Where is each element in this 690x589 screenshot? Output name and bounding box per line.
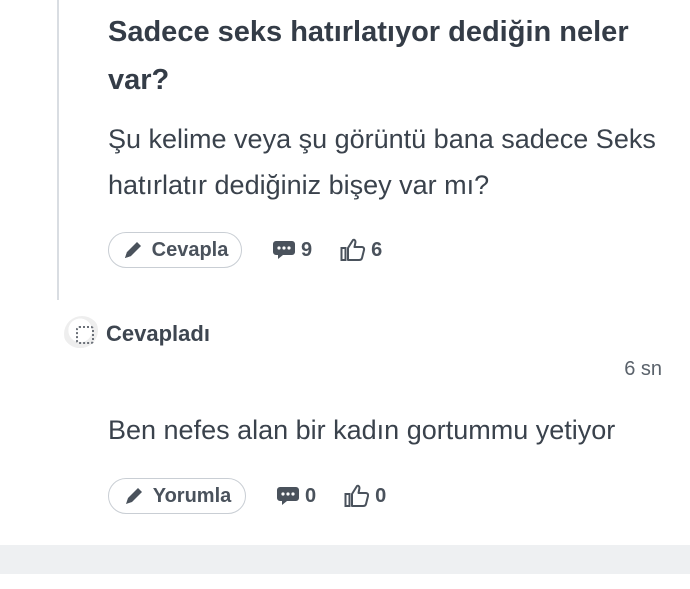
pencil-icon bbox=[122, 239, 144, 261]
reply-button-label: Cevapla bbox=[151, 238, 229, 261]
answer-header: Cevapladı bbox=[64, 316, 210, 352]
comment-button[interactable]: Yorumla bbox=[108, 478, 246, 514]
thumbs-up-icon bbox=[344, 484, 370, 508]
question-comment-count[interactable]: 9 bbox=[272, 239, 312, 262]
answer-like-count[interactable]: 0 bbox=[344, 484, 386, 508]
answer-comment-count-value: 0 bbox=[305, 484, 317, 507]
answer-comment-count[interactable]: 0 bbox=[276, 485, 316, 508]
comment-button-label: Yorumla bbox=[152, 484, 232, 507]
answer-like-count-value: 0 bbox=[375, 484, 387, 507]
question-body: Şu kelime veya şu görüntü bana sadece Se… bbox=[108, 124, 656, 200]
answer-body: Ben nefes alan bir kadın gortummu yetiyo… bbox=[108, 415, 616, 445]
answer-timestamp: 6 sn bbox=[624, 358, 662, 380]
thumbs-up-icon bbox=[340, 238, 366, 262]
comment-bubble-icon bbox=[272, 239, 296, 261]
question-like-count[interactable]: 6 bbox=[340, 238, 382, 262]
question-title: Sadece seks hatırlatıyor dediğin neler v… bbox=[108, 16, 629, 96]
section-divider bbox=[0, 545, 690, 574]
comment-bubble-icon bbox=[276, 485, 300, 507]
reply-button[interactable]: Cevapla bbox=[108, 232, 242, 268]
answer-author-label: Cevapladı bbox=[106, 321, 210, 346]
thread-line bbox=[57, 0, 59, 300]
answer-actions: Yorumla 0 0 bbox=[108, 478, 386, 514]
question-actions: Cevapla 9 6 bbox=[108, 232, 382, 268]
question-comment-count-value: 9 bbox=[301, 238, 313, 261]
avatar[interactable] bbox=[64, 316, 100, 352]
question-like-count-value: 6 bbox=[371, 238, 383, 261]
pencil-icon bbox=[123, 485, 145, 507]
